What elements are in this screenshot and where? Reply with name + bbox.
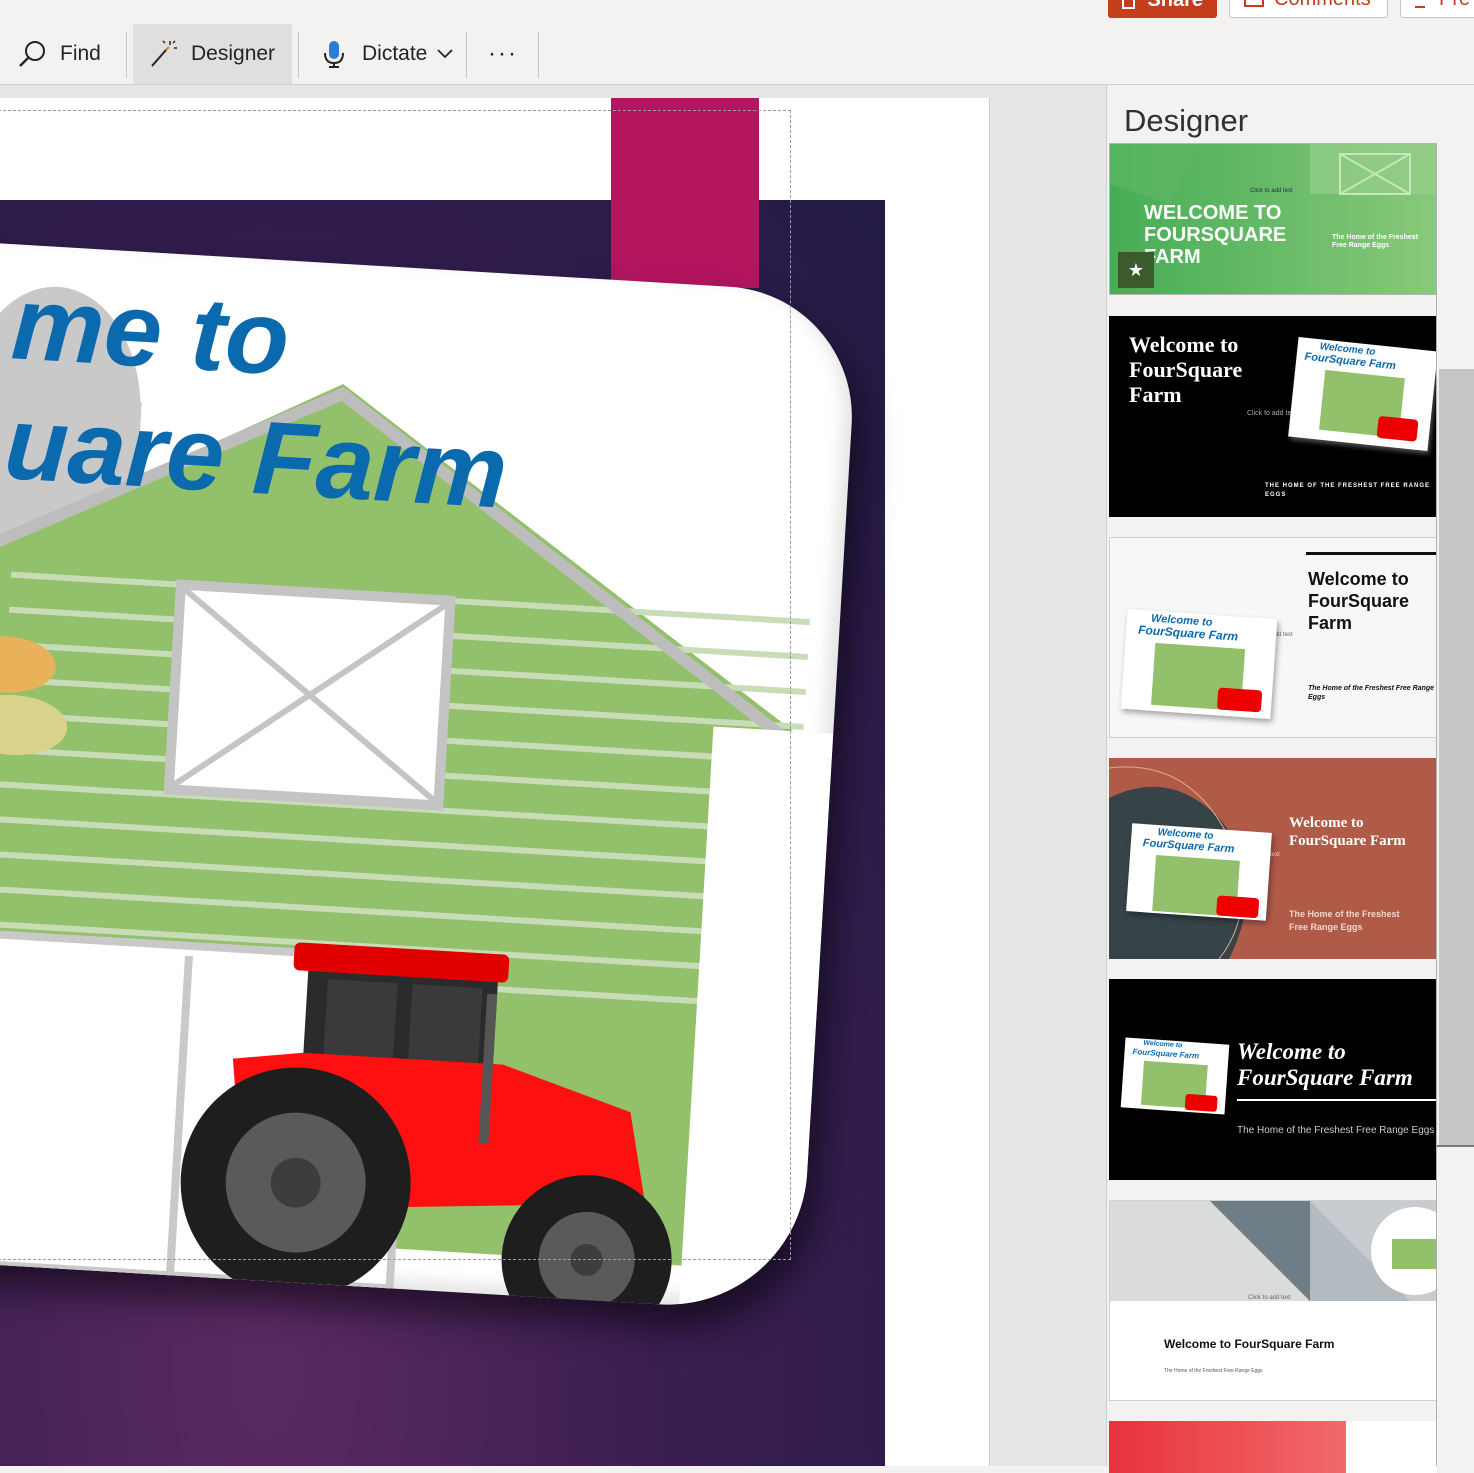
find-button[interactable]: Find <box>16 24 116 84</box>
present-icon <box>1415 0 1425 8</box>
ribbon-toolbar: Find Designer Dictate ··· <box>0 22 1474 86</box>
design-title: Welcome to FourSquare Farm <box>1237 1039 1413 1090</box>
designer-button[interactable]: Designer <box>133 24 292 84</box>
design-thumbnail-art <box>1110 1201 1436 1301</box>
more-label: ··· <box>488 40 518 67</box>
share-icon <box>1122 0 1136 9</box>
chevron-down-icon[interactable] <box>437 49 453 59</box>
design-title: Welcome to FourSquare Farm <box>1129 332 1243 407</box>
selection-frame[interactable] <box>0 110 791 1260</box>
design-title: Welcome to FourSquare Farm <box>1164 1337 1335 1351</box>
design-subtitle: The Home of the Freshest Free Range Eggs <box>1332 234 1418 249</box>
find-label: Find <box>60 42 101 65</box>
designer-pane-title: Designer <box>1124 103 1249 138</box>
share-label: Share <box>1147 0 1203 11</box>
design-title: WELCOME TO FOURSQUARE FARM <box>1144 202 1287 268</box>
design-thumbnail-image: Welcome to FourSquare Farm <box>1288 336 1437 452</box>
design-subtitle: The Home of the Freshest Free Range Eggs <box>1164 1368 1263 1374</box>
comment-icon <box>1244 0 1264 7</box>
design-placeholder: Click to add text <box>1250 188 1293 194</box>
design-idea-2[interactable]: Welcome to FourSquare Farm Click to add … <box>1109 316 1437 517</box>
design-idea-3[interactable]: Welcome to FourSquare Farm The Home of t… <box>1109 537 1437 738</box>
present-label: Pre <box>1439 0 1470 11</box>
design-subtitle: THE HOME OF THE FRESHEST FREE RANGE EGGS <box>1265 483 1431 498</box>
search-icon <box>16 38 48 70</box>
design-idea-6[interactable]: Click to add text Welcome to FourSquare … <box>1109 1200 1437 1401</box>
design-subtitle: The Home of the Freshest Free Range Eggs <box>1237 1125 1435 1136</box>
magic-wand-icon <box>147 38 179 70</box>
slide-canvas[interactable]: me to uare Farm <box>0 85 1106 1466</box>
comments-label: Comments <box>1274 0 1371 11</box>
design-title: Welcome to FourSquare Farm <box>1308 569 1410 633</box>
ribbon-divider <box>538 32 539 78</box>
more-options-button[interactable]: ··· <box>480 24 526 84</box>
scrollbar-divider <box>1437 1145 1474 1147</box>
dictate-button[interactable]: Dictate <box>318 24 466 84</box>
scrollbar-thumb[interactable] <box>1439 369 1474 1147</box>
present-button[interactable]: Pre <box>1400 0 1474 18</box>
dictate-label: Dictate <box>362 42 428 65</box>
designer-label: Designer <box>191 42 276 65</box>
designer-pane: Designer Click to add text WELCOME TO FO… <box>1106 85 1474 1473</box>
design-idea-4[interactable]: Welcome to FourSquare Farm Click to add … <box>1109 758 1437 959</box>
design-subtitle: The Home of the Freshest Free Range Eggs <box>1289 909 1400 932</box>
design-thumbnail-image: Welcome to FourSquare Farm <box>1126 823 1272 921</box>
design-accent-line <box>1237 1099 1437 1101</box>
design-idea-5[interactable]: Welcome to FourSquare Farm Welcome to Fo… <box>1109 979 1437 1180</box>
ribbon-divider <box>126 32 127 78</box>
slide[interactable]: me to uare Farm <box>0 98 990 1466</box>
design-title: Welcome to FourSquare Farm <box>1289 815 1406 849</box>
design-placeholder: Click to add text <box>1248 1295 1291 1301</box>
design-idea-1[interactable]: Click to add text WELCOME TO FOURSQUARE … <box>1109 143 1437 295</box>
designer-pane-scrollbar[interactable] <box>1436 143 1474 1466</box>
share-button[interactable]: Share <box>1108 0 1217 18</box>
design-thumbnail-art <box>1109 1421 1346 1473</box>
thumbnail-image-title: FourSquare Farm <box>1132 1046 1200 1061</box>
ribbon-divider <box>466 32 467 78</box>
microphone-icon <box>318 38 350 70</box>
thumbnail-image-title: FourSquare Farm <box>1142 837 1235 856</box>
design-accent-line <box>1306 552 1436 555</box>
ribbon-divider <box>298 32 299 78</box>
design-thumbnail-image: Welcome to FourSquare Farm <box>1120 608 1278 720</box>
design-thumbnail-image: Welcome to FourSquare Farm <box>1120 1037 1230 1115</box>
comments-button[interactable]: Comments <box>1229 0 1388 18</box>
design-ideas-list: Click to add text WELCOME TO FOURSQUARE … <box>1109 143 1437 1473</box>
design-subtitle: The Home of the Freshest Free Range Eggs <box>1308 685 1435 701</box>
thumbnail-image-title: FourSquare Farm <box>1137 622 1239 644</box>
design-ideas-star-icon: ★ <box>1118 252 1154 288</box>
design-idea-7[interactable] <box>1109 1421 1437 1473</box>
